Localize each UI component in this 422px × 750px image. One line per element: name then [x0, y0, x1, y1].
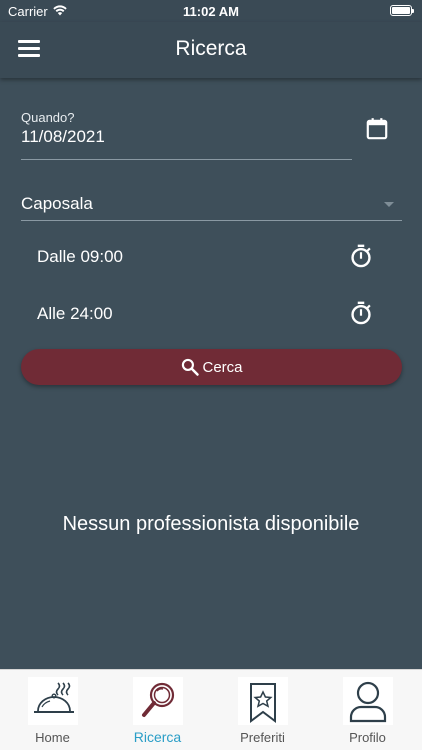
bookmark-star-icon: [238, 677, 288, 725]
status-time: 11:02 AM: [183, 4, 239, 19]
user-icon: [343, 677, 393, 725]
stopwatch-icon[interactable]: [348, 243, 374, 269]
nav-item-ricerca[interactable]: Ricerca: [105, 670, 210, 750]
search-icon: [182, 358, 200, 376]
status-bar: Carrier 11:02 AM: [0, 0, 422, 22]
magnifier-icon: [133, 677, 183, 725]
calendar-icon[interactable]: [364, 116, 390, 142]
to-time-picker[interactable]: Alle 24:00: [37, 299, 377, 329]
role-select[interactable]: Caposala: [21, 190, 402, 221]
nav-label-profilo: Profilo: [349, 730, 386, 745]
nav-label-home: Home: [35, 730, 70, 745]
to-time-text: Alle 24:00: [37, 304, 113, 323]
chevron-down-icon: [384, 202, 394, 207]
search-button-label: Cerca: [202, 358, 243, 376]
search-button[interactable]: Cerca: [21, 349, 402, 385]
empty-state-message: Nessun professionista disponibile: [62, 513, 360, 535]
stopwatch-icon[interactable]: [348, 300, 374, 326]
date-label: Quando?: [21, 110, 75, 125]
role-select-value: Caposala: [21, 194, 93, 213]
nav-item-profilo[interactable]: Profilo: [315, 670, 420, 750]
nav-label-ricerca: Ricerca: [133, 729, 182, 745]
date-value[interactable]: 11/08/2021: [21, 127, 352, 147]
from-time-picker[interactable]: Dalle 09:00: [37, 242, 377, 272]
cloche-icon: [28, 677, 78, 725]
date-field[interactable]: Quando? 11/08/2021: [21, 108, 352, 160]
bottom-nav: Home Ricerca Preferiti Profilo: [0, 669, 422, 750]
app-bar: Ricerca: [0, 22, 422, 78]
nav-label-preferiti: Preferiti: [240, 730, 285, 745]
nav-item-preferiti[interactable]: Preferiti: [210, 670, 315, 750]
page-title: Ricerca: [175, 37, 247, 60]
battery-icon: [390, 5, 414, 16]
from-time-text: Dalle 09:00: [37, 247, 124, 266]
nav-item-home[interactable]: Home: [0, 670, 105, 750]
